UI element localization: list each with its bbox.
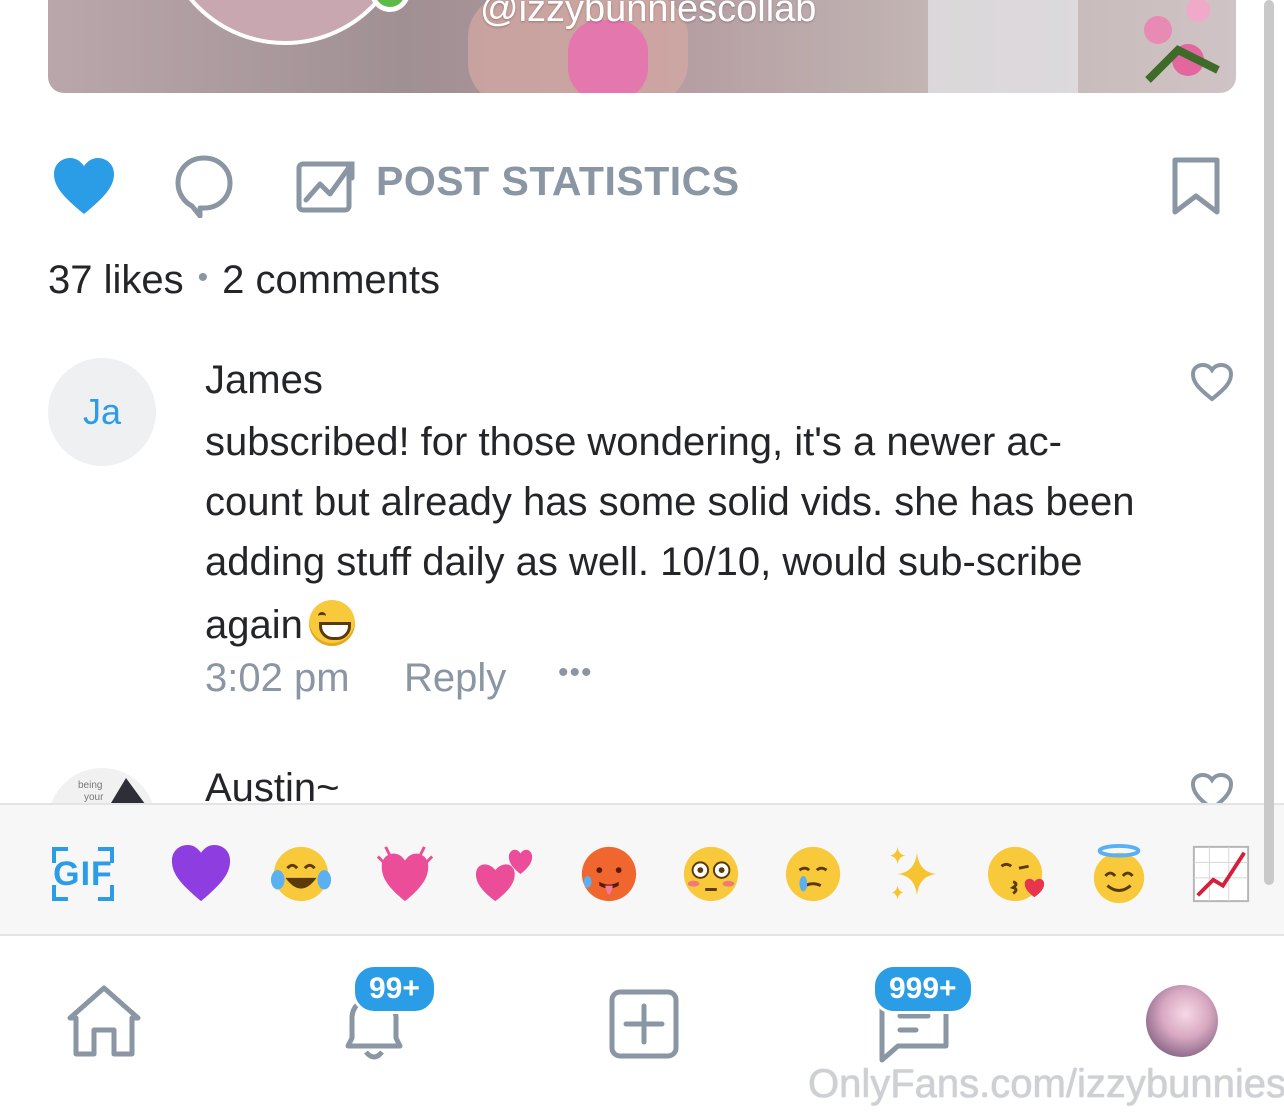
growing-heart-icon[interactable] xyxy=(374,843,436,905)
notifications-badge: 99+ xyxy=(352,964,437,1014)
flowers-image xyxy=(1144,0,1220,83)
new-post-plus-icon[interactable] xyxy=(608,988,680,1060)
post-statistics-button[interactable]: POST STATISTICS xyxy=(376,158,740,205)
flushed-face-icon[interactable] xyxy=(680,843,742,905)
creator-avatar[interactable] xyxy=(160,0,410,45)
face-blowing-kiss-icon[interactable] xyxy=(986,843,1048,905)
tears-of-joy-icon[interactable] xyxy=(270,843,332,905)
comment-bubble-icon[interactable] xyxy=(174,154,234,218)
profile-avatar[interactable] xyxy=(1146,985,1218,1057)
purple-heart-icon[interactable] xyxy=(170,843,232,905)
more-options-button[interactable]: ••• xyxy=(558,656,593,690)
watermark: OnlyFans.com/izzybunnies xyxy=(808,1062,1284,1106)
gif-corner xyxy=(52,885,68,901)
two-hearts-icon[interactable] xyxy=(474,843,536,905)
smiling-halo-icon[interactable] xyxy=(1088,843,1150,905)
grinning-face-emoji-icon xyxy=(308,600,355,646)
commenter-avatar[interactable]: Ja xyxy=(48,358,156,466)
messages-badge: 999+ xyxy=(872,964,974,1014)
post-media-banner[interactable]: @izzybunniescollab xyxy=(48,0,1236,93)
gif-button[interactable]: GIF xyxy=(52,847,114,901)
svg-text:being: being xyxy=(78,780,102,791)
holding-back-tears-icon[interactable] xyxy=(782,843,844,905)
engagement-counts: 37 likes • 2 comments xyxy=(48,258,440,303)
online-status-dot xyxy=(370,0,410,12)
comment-like-heart-icon[interactable] xyxy=(1190,362,1234,402)
creator-handle[interactable]: @izzybunniescollab xyxy=(480,0,816,31)
emoji-quick-bar: GIF xyxy=(0,803,1284,936)
comment-author[interactable]: James xyxy=(205,358,323,403)
avatar-initials: Ja xyxy=(82,391,122,432)
comment-timestamp: 3:02 pm xyxy=(205,656,350,700)
gif-corner xyxy=(52,847,68,863)
comment-text: subscribed! for those wondering, it's a … xyxy=(205,412,1145,655)
home-icon[interactable] xyxy=(62,980,146,1060)
scrollbar[interactable] xyxy=(1264,0,1274,885)
svg-text:your: your xyxy=(84,792,104,803)
gif-corner xyxy=(98,847,114,863)
gif-corner xyxy=(98,885,114,901)
reply-button[interactable]: Reply xyxy=(404,656,506,701)
likes-count[interactable]: 37 likes xyxy=(48,258,184,302)
sparkles-icon[interactable] xyxy=(884,843,946,905)
bookmark-icon[interactable] xyxy=(1170,156,1222,216)
statistics-chart-icon[interactable] xyxy=(296,156,356,214)
chart-increasing-icon[interactable] xyxy=(1190,843,1252,905)
separator-dot: • xyxy=(197,261,209,294)
like-heart-icon[interactable] xyxy=(52,156,116,216)
banner-image-part xyxy=(928,0,1078,93)
comments-count[interactable]: 2 comments xyxy=(222,258,440,302)
hot-face-icon[interactable] xyxy=(578,843,640,905)
